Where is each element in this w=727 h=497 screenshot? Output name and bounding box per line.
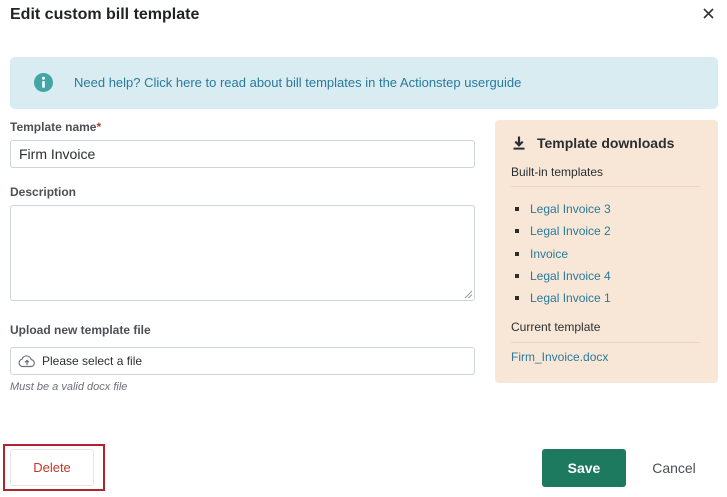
close-icon: [702, 7, 714, 19]
delete-button[interactable]: Delete: [10, 449, 94, 486]
template-name-label-text: Template name: [10, 120, 97, 134]
current-template-link[interactable]: Firm_Invoice.docx: [511, 350, 608, 364]
bullet: [515, 251, 519, 256]
close-button[interactable]: [697, 2, 719, 24]
resize-grip-icon[interactable]: [464, 290, 473, 299]
description-textarea[interactable]: [10, 205, 475, 301]
downloads-title: Template downloads: [537, 135, 675, 151]
bullet: [515, 274, 519, 279]
download-icon: [513, 136, 525, 150]
current-template-label: Current template: [511, 320, 601, 334]
required-marker: *: [96, 120, 102, 134]
upload-file-field[interactable]: Please select a file: [10, 347, 475, 375]
template-name-input[interactable]: [10, 140, 475, 168]
info-icon: [34, 73, 53, 92]
upload-hint: Must be a valid docx file: [10, 381, 128, 393]
description-label: Description: [10, 185, 77, 199]
downloads-header: Template downloads: [513, 135, 674, 151]
upload-label: Upload new template file: [10, 323, 151, 337]
cancel-button[interactable]: Cancel: [640, 449, 708, 487]
dialog-title: Edit custom bill template: [10, 6, 200, 23]
template-link[interactable]: Invoice: [530, 247, 568, 261]
template-link[interactable]: Legal Invoice 1: [530, 291, 611, 305]
template-link[interactable]: Legal Invoice 2: [530, 224, 611, 238]
list-item: Legal Invoice 2: [511, 220, 611, 242]
list-item: Legal Invoice 1: [511, 287, 611, 309]
bullet: [515, 296, 519, 301]
divider: [511, 186, 700, 187]
divider: [511, 342, 700, 343]
list-item: Invoice: [511, 243, 611, 265]
bullet: [515, 229, 519, 234]
builtin-templates-label: Built-in templates: [511, 165, 604, 179]
builtin-template-list: Legal Invoice 3 Legal Invoice 2 Invoice …: [511, 198, 611, 309]
save-button[interactable]: Save: [542, 449, 626, 487]
template-downloads-panel: Template downloads Built-in templates Le…: [495, 120, 718, 383]
template-link[interactable]: Legal Invoice 4: [530, 269, 611, 283]
template-name-label: Template name*: [10, 120, 101, 134]
upload-placeholder: Please select a file: [42, 354, 143, 368]
help-link[interactable]: Need help? Click here to read about bill…: [74, 75, 521, 90]
bullet: [515, 207, 519, 212]
template-link[interactable]: Legal Invoice 3: [530, 202, 611, 216]
list-item: Legal Invoice 4: [511, 265, 611, 287]
help-banner: Need help? Click here to read about bill…: [10, 57, 718, 109]
list-item: Legal Invoice 3: [511, 198, 611, 220]
cloud-upload-icon: [18, 355, 35, 368]
